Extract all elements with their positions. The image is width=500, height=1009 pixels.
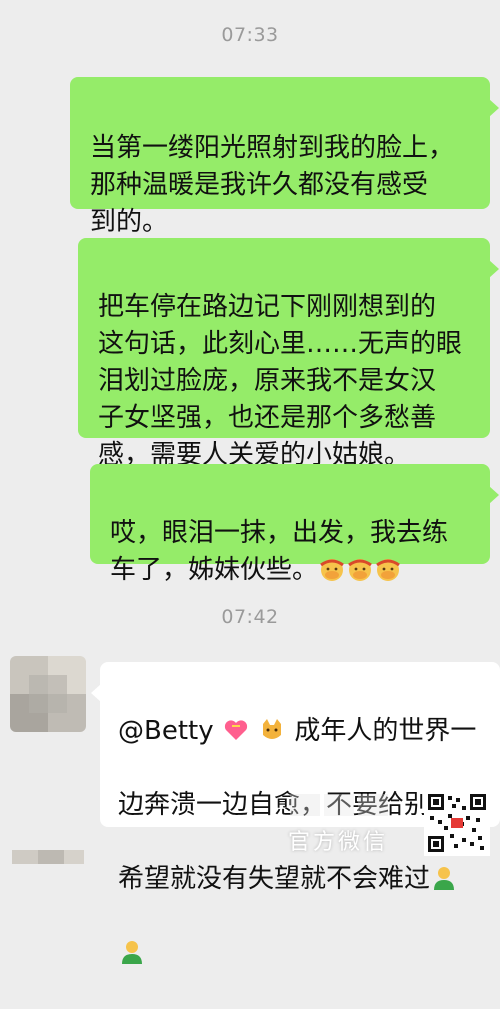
message-text-4-line4 (118, 935, 482, 972)
message-bubble-3[interactable]: 哎，眼泪一抹，出发，我去练 车了，姊妹伙些。 (90, 464, 499, 585)
avatar-partial-3 (64, 850, 84, 864)
message-bubble-2[interactable]: 把车停在路边记下刚刚想到的 这句话，此刻心里……无声的眼 泪划过脸庞，原来我不是… (78, 238, 499, 470)
facepalm-emoji-icon (318, 555, 402, 585)
cat-emoji-icon (258, 716, 286, 746)
message-text-1: 当第一缕阳光照射到我的脸上， 那种温暖是我许久都没有感受 到的。 (90, 133, 455, 237)
avatar[interactable] (10, 656, 86, 732)
message-text-2: 把车停在路边记下刚刚想到的 这句话，此刻心里……无声的眼 泪划过脸庞，原来我不是… (98, 292, 463, 470)
message-text-4-line1-rest: 成年人的世界一 (294, 716, 477, 746)
message-text-4-line1: @Betty 成年人的世界一 (118, 713, 482, 750)
avatar-partial (12, 850, 38, 864)
heart-emoji-icon (222, 716, 250, 746)
avatar-partial-2 (38, 850, 64, 864)
person-emoji-icon-2 (118, 938, 146, 968)
mention-betty[interactable]: @Betty (118, 716, 214, 746)
message-bubble-1[interactable]: 当第一缕阳光照射到我的脸上， 那种温暖是我许久都没有感受 到的。 (70, 77, 499, 237)
watermark-text: 官方微信 (288, 830, 389, 855)
qr-code-icon (424, 790, 490, 856)
watermark-blur (290, 790, 406, 820)
timestamp-0733: 07:33 (221, 24, 279, 46)
timestamp-0742: 07:42 (221, 606, 279, 628)
person-emoji-icon (430, 864, 458, 894)
message-text-4-line3: 希望就没有失望就不会难过 (118, 861, 482, 898)
